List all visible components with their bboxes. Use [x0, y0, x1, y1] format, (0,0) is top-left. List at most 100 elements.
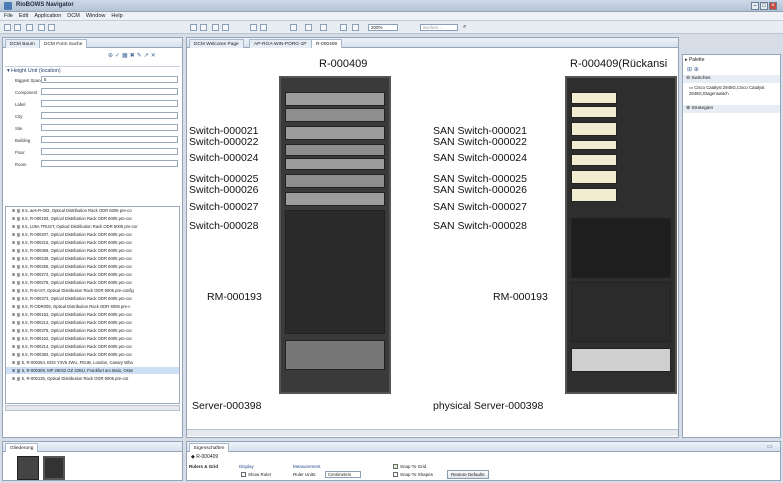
list-item[interactable]: ⊞ ▥ 6.5, R-000276, Optical Distribution …: [12, 279, 132, 286]
overview-rack-back[interactable]: [43, 456, 65, 480]
switch-device[interactable]: [571, 140, 617, 150]
switch-device[interactable]: [285, 174, 385, 188]
list-item[interactable]: ⊞ ▥ 6.5, R-000215, Optical Distribution …: [12, 239, 132, 246]
floor-field[interactable]: [41, 148, 178, 155]
minimize-button[interactable]: –: [751, 2, 759, 10]
list-item[interactable]: ⊞ ▥ 6.5, aes-R-002, Optical Distribution…: [12, 207, 132, 214]
palette-tools-icons[interactable]: ⊞ ⊕: [687, 66, 699, 73]
list-item-selected[interactable]: ⊞ ▥ 5, R-000409, MP 28042 GZ 42BU, Frank…: [6, 367, 179, 374]
list-item[interactable]: ⊞ ▥ 6.5, R-000193, Optical Distribution …: [12, 215, 132, 222]
switches-header[interactable]: ⊖ Switches: [683, 75, 780, 83]
list-item[interactable]: ⊞ ▥ 6.5, R-000153, Optical Distribution …: [12, 311, 132, 318]
menu-edit[interactable]: Edit: [19, 12, 28, 20]
server-device[interactable]: [571, 348, 671, 372]
forward-icon[interactable]: [48, 24, 55, 31]
rack-back[interactable]: [565, 76, 677, 394]
list-item[interactable]: ⊞ ▥ 6.5, R-000152, Optical Distribution …: [12, 335, 132, 342]
list-item[interactable]: ⊞ ▥ 6.5, R-000256, Optical Distribution …: [12, 263, 132, 270]
italic-icon[interactable]: [222, 24, 229, 31]
new-icon[interactable]: [4, 24, 11, 31]
editor-horizontal-scrollbar[interactable]: [187, 429, 678, 436]
maximize-button[interactable]: □: [760, 2, 768, 10]
save-icon[interactable]: [14, 24, 21, 31]
rack-front[interactable]: [279, 76, 391, 394]
server-device[interactable]: [285, 340, 385, 370]
snap-to-grid-checkbox[interactable]: Snap To Grid: [393, 464, 426, 470]
list-item[interactable]: ⊞ ▥ 6.5, R-000384, Optical Distribution …: [12, 351, 132, 358]
fill-color-icon[interactable]: [260, 24, 267, 31]
strategies-header[interactable]: ⊕ Strategien: [683, 105, 780, 113]
list-item[interactable]: ⊞ ▥ 6.5, L05A TRUST, Optical Distributio…: [12, 223, 138, 230]
font-icon[interactable]: [200, 24, 207, 31]
search-icon[interactable]: ⌕: [463, 24, 470, 31]
snap-icon[interactable]: [352, 24, 359, 31]
switch-device[interactable]: [285, 144, 385, 156]
menu-help[interactable]: Help: [111, 12, 122, 20]
line-color-icon[interactable]: [250, 24, 257, 31]
list-item[interactable]: ⊞ ▥ 5, R-000135, Optical Distribution Ra…: [12, 375, 128, 382]
distribute-icon[interactable]: [305, 24, 312, 31]
close-button[interactable]: ×: [769, 2, 777, 10]
biggest-space-field[interactable]: 5: [41, 76, 178, 83]
grid-icon[interactable]: [340, 24, 347, 31]
switch-device[interactable]: [285, 192, 385, 206]
list-item[interactable]: ⊞ ▥ 6.5, R-000369, Optical Distribution …: [12, 247, 132, 254]
label-field[interactable]: [41, 100, 178, 107]
menu-file[interactable]: File: [4, 12, 13, 20]
list-item[interactable]: ⊞ ▥ 6.5, R-000375, Optical Distribution …: [12, 327, 132, 334]
search-toolbar-icons[interactable]: ⊕✓▦✖✎↗✕: [108, 52, 158, 59]
rack-mount-device[interactable]: [285, 210, 385, 334]
ruler-units-select[interactable]: Centimeters: [325, 471, 361, 478]
tab-dcm-form-suche[interactable]: DCM Form Suche: [39, 39, 88, 48]
tab-r-000409[interactable]: R-000409: [311, 39, 343, 48]
switch-device[interactable]: [571, 122, 617, 136]
site-field[interactable]: [41, 124, 178, 131]
print-icon[interactable]: [26, 24, 33, 31]
tab-dcm-baum[interactable]: DCM Baum: [5, 39, 40, 48]
tab-gliederung[interactable]: Gliederung: [5, 443, 39, 452]
switch-device[interactable]: [571, 92, 617, 104]
room-field[interactable]: [41, 160, 178, 167]
overview-rack-front[interactable]: [17, 456, 39, 480]
zoom-combo[interactable]: 200%: [368, 24, 398, 31]
switch-device[interactable]: [285, 92, 385, 106]
tab-rulers-grid[interactable]: Rulers & Grid: [189, 464, 237, 469]
switch-device[interactable]: [571, 106, 617, 118]
tab-eigenschaften[interactable]: Eigenschaften: [189, 443, 230, 452]
switch-device[interactable]: [571, 188, 617, 202]
switch-device[interactable]: [285, 108, 385, 122]
list-item[interactable]: ⊞ ▥ 5, R-000254, EDS Y3V6 JWU, FEUB, Lon…: [12, 359, 133, 366]
back-icon[interactable]: [38, 24, 45, 31]
menu-dcm[interactable]: DCM: [67, 12, 80, 20]
arrange-icon[interactable]: [290, 24, 297, 31]
restore-defaults-button[interactable]: Restore Defaults: [447, 470, 489, 479]
list-item[interactable]: ⊞ ▥ 6.5, R-000207, Optical Distribution …: [12, 231, 132, 238]
switch-device[interactable]: [285, 126, 385, 140]
rack-mount-device[interactable]: [571, 218, 671, 278]
list-item[interactable]: ⊞ ▥ 6.5, R-000213, Optical Distribution …: [12, 319, 132, 326]
switch-device[interactable]: [571, 170, 617, 184]
component-field[interactable]: [41, 88, 178, 95]
list-item[interactable]: ⊞ ▥ 6.5, R-000373, Optical Distribution …: [12, 295, 132, 302]
menu-window[interactable]: Window: [86, 12, 106, 20]
tab-welcome-page[interactable]: DCM Welcome Page: [189, 39, 244, 48]
search-input[interactable]: Suchen...: [420, 24, 458, 31]
switch-device[interactable]: [285, 158, 385, 170]
list-item[interactable]: ⊞ ▥ 6.5, R-000274, Optical Distribution …: [12, 271, 132, 278]
align-icon[interactable]: [190, 24, 197, 31]
list-item[interactable]: ⊞ ▥ 6.5, R-000239, Optical Distribution …: [12, 255, 132, 262]
minimize-view-icon[interactable]: ▭: [767, 443, 773, 450]
list-item[interactable]: ⊞ ▥ 6.5, R-000214, Optical Distribution …: [12, 343, 132, 350]
palette-switch-item[interactable]: ▭ Cisco Catalyst 2948G,Cisco Catalyst 29…: [689, 85, 777, 96]
city-field[interactable]: [41, 112, 178, 119]
menu-application[interactable]: Application: [34, 12, 61, 20]
horizontal-scrollbar[interactable]: [5, 405, 180, 411]
list-item[interactable]: ⊞ ▥ 6.5, R-EAST, Optical Distribution Ra…: [12, 287, 134, 294]
rack-mount-device[interactable]: [571, 282, 671, 342]
building-field[interactable]: [41, 136, 178, 143]
list-item[interactable]: ⊞ ▥ 6.5, R-ODR005, Optical Distribution …: [12, 303, 130, 310]
bold-icon[interactable]: [212, 24, 219, 31]
size-icon[interactable]: [320, 24, 327, 31]
switch-device[interactable]: [571, 154, 617, 166]
tab-ap-rga[interactable]: AP-RGA-WIN-PORG-1P: [249, 39, 312, 48]
